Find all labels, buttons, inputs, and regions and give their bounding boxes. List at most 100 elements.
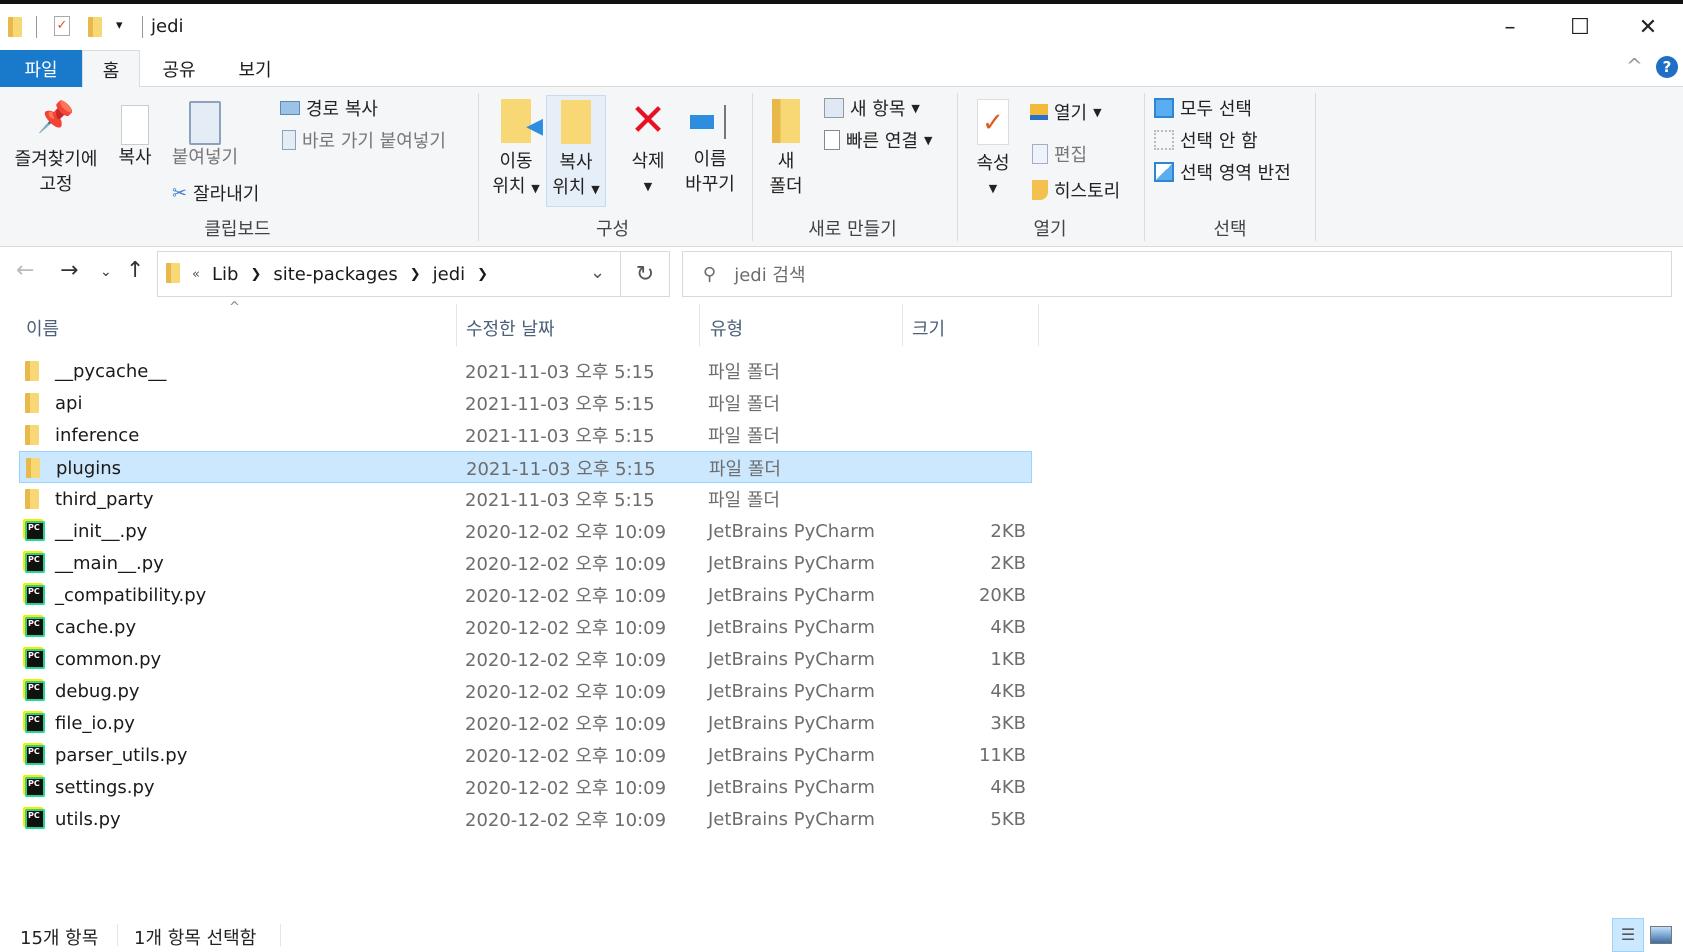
file-row[interactable]: PC debug.py 2020-12-02 오후 10:09 JetBrain… — [19, 675, 1032, 707]
file-name[interactable]: _compatibility.py — [55, 579, 206, 611]
file-name[interactable]: cache.py — [55, 611, 136, 643]
paste-shortcut-button[interactable]: 바로 가기 붙여넣기 — [282, 127, 446, 153]
search-input[interactable]: jedi 검색 — [734, 261, 805, 287]
column-divider[interactable] — [902, 304, 903, 346]
address-bar[interactable]: « Lib ❯ site-packages ❯ jedi ❯ ⌄ — [157, 251, 670, 297]
breadcrumb-site-packages[interactable]: site-packages — [273, 264, 397, 285]
copy-to-button[interactable]: 복사 위치 ▼ — [546, 95, 606, 207]
file-row[interactable]: PC cache.py 2020-12-02 오후 10:09 JetBrain… — [19, 611, 1032, 643]
search-box[interactable]: ⚲ jedi 검색 — [682, 251, 1672, 297]
column-header-name[interactable]: 이름 — [26, 310, 59, 346]
file-name[interactable]: inference — [55, 419, 139, 451]
file-name[interactable]: __main__.py — [55, 547, 164, 579]
tab-view[interactable]: 보기 — [226, 50, 284, 87]
back-arrow-icon[interactable]: ← — [16, 258, 34, 283]
breadcrumb-chevron-icon[interactable]: ❯ — [410, 267, 421, 282]
new-folder-qat-icon[interactable] — [88, 17, 102, 37]
forward-arrow-icon[interactable]: → — [60, 258, 78, 283]
file-name[interactable]: file_io.py — [55, 707, 135, 739]
file-name[interactable]: parser_utils.py — [55, 739, 187, 771]
maximize-button[interactable]: ☐ — [1545, 4, 1615, 50]
breadcrumb-lib[interactable]: Lib — [212, 264, 238, 285]
file-row[interactable]: __pycache__ 2021-11-03 오후 5:15 파일 폴더 — [19, 355, 1032, 387]
breadcrumb-jedi[interactable]: jedi — [433, 264, 466, 285]
file-row[interactable]: api 2021-11-03 오후 5:15 파일 폴더 — [19, 387, 1032, 419]
refresh-button[interactable]: ↻ — [620, 251, 670, 297]
easy-access-icon — [824, 130, 840, 150]
file-row[interactable]: PC parser_utils.py 2020-12-02 오후 10:09 J… — [19, 739, 1032, 771]
file-name[interactable]: plugins — [56, 452, 121, 484]
file-name[interactable]: __pycache__ — [55, 355, 166, 387]
up-arrow-icon[interactable]: ↑ — [126, 258, 144, 283]
close-button[interactable]: ✕ — [1613, 4, 1683, 50]
column-header-date[interactable]: 수정한 날짜 — [466, 310, 555, 346]
file-date: 2021-11-03 오후 5:15 — [465, 490, 655, 511]
easy-access-button[interactable]: 빠른 연결 ▼ — [824, 127, 932, 153]
large-icons-view-button[interactable] — [1650, 926, 1672, 944]
file-name[interactable]: __init__.py — [55, 515, 147, 547]
tab-home[interactable]: 홈 — [82, 50, 140, 88]
history-button[interactable]: 히스토리 — [1032, 177, 1120, 203]
details-view-button[interactable]: ☰ — [1612, 918, 1644, 952]
file-row[interactable]: PC common.py 2020-12-02 오후 10:09 JetBrai… — [19, 643, 1032, 675]
properties-qat-icon[interactable]: ✓ — [54, 16, 70, 36]
file-row[interactable]: plugins 2021-11-03 오후 5:15 파일 폴더 — [19, 451, 1032, 483]
file-name[interactable]: settings.py — [55, 771, 155, 803]
pycharm-file-icon: PC — [25, 681, 45, 701]
file-name[interactable]: common.py — [55, 643, 161, 675]
paste-button[interactable]: 붙여넣기 — [165, 101, 245, 170]
copy-path-button[interactable]: 경로 복사 — [280, 95, 378, 121]
file-name[interactable]: api — [55, 387, 82, 419]
column-divider[interactable] — [1038, 304, 1039, 346]
cut-button[interactable]: ✂ 잘라내기 — [172, 180, 259, 206]
divider — [280, 924, 281, 946]
file-date: 2020-12-02 오후 10:09 — [465, 586, 667, 607]
tab-share[interactable]: 공유 — [150, 50, 208, 87]
sort-ascending-icon: ^ — [229, 300, 240, 315]
file-date: 2021-11-03 오후 5:15 — [465, 426, 655, 447]
new-item-button[interactable]: 새 항목 ▼ — [824, 95, 920, 121]
breadcrumb-chevron-icon[interactable]: ❯ — [477, 267, 488, 282]
breadcrumb-chevron-icon[interactable]: ❯ — [250, 267, 261, 282]
file-row[interactable]: PC __init__.py 2020-12-02 오후 10:09 JetBr… — [19, 515, 1032, 547]
collapse-ribbon-icon[interactable]: ^ — [1626, 54, 1643, 78]
column-divider[interactable] — [456, 304, 457, 346]
file-row[interactable]: PC __main__.py 2020-12-02 오후 10:09 JetBr… — [19, 547, 1032, 579]
column-header-type[interactable]: 유형 — [710, 310, 743, 346]
rename-button[interactable]: 이름 바꾸기 — [680, 99, 740, 197]
delete-button[interactable]: ✕ 삭제 ▼ — [622, 97, 674, 199]
file-row[interactable]: inference 2021-11-03 오후 5:15 파일 폴더 — [19, 419, 1032, 451]
select-all-button[interactable]: 모두 선택 — [1154, 95, 1252, 121]
file-row[interactable]: third_party 2021-11-03 오후 5:15 파일 폴더 — [19, 483, 1032, 515]
file-name[interactable]: utils.py — [55, 803, 121, 835]
tab-file[interactable]: 파일 — [0, 50, 82, 87]
pycharm-file-icon: PC — [25, 777, 45, 797]
open-button[interactable]: 열기 ▼ — [1030, 99, 1102, 125]
customize-qat-icon[interactable]: ▾ — [116, 18, 123, 33]
file-row[interactable]: PC file_io.py 2020-12-02 오후 10:09 JetBra… — [19, 707, 1032, 739]
properties-button[interactable]: ✓ 속성 ▼ — [968, 99, 1018, 201]
file-row[interactable]: PC settings.py 2020-12-02 오후 10:09 JetBr… — [19, 771, 1032, 803]
file-icon-cell: PC — [25, 515, 45, 547]
column-header-size[interactable]: 크기 — [912, 310, 945, 346]
file-name[interactable]: third_party — [55, 483, 154, 515]
copy-button[interactable]: 복사 — [110, 105, 160, 170]
invert-selection-button[interactable]: 선택 영역 반전 — [1154, 159, 1291, 185]
move-to-button[interactable]: ◀ 이동 위치 ▼ — [490, 99, 543, 201]
help-icon[interactable]: ? — [1656, 56, 1678, 78]
address-dropdown-chevron-icon[interactable]: ⌄ — [590, 262, 605, 283]
select-none-button[interactable]: 선택 안 함 — [1154, 127, 1258, 153]
edit-button[interactable]: 편집 — [1032, 141, 1087, 167]
pin-to-quick-access-button[interactable]: 📌 즐겨찾기에 고정 — [6, 103, 106, 197]
minimize-button[interactable]: – — [1475, 4, 1545, 50]
new-folder-button[interactable]: 새 폴더 — [764, 99, 808, 199]
recent-locations-chevron-icon[interactable]: ⌄ — [100, 264, 112, 280]
file-row[interactable]: PC utils.py 2020-12-02 오후 10:09 JetBrain… — [19, 803, 1032, 835]
file-icon-cell: PC — [25, 547, 45, 579]
overflow-chevron[interactable]: « — [192, 267, 200, 282]
file-row[interactable]: PC _compatibility.py 2020-12-02 오후 10:09… — [19, 579, 1032, 611]
file-name[interactable]: debug.py — [55, 675, 140, 707]
new-folder-label: 새 — [777, 151, 795, 172]
column-divider[interactable] — [699, 304, 700, 346]
file-date: 2020-12-02 오후 10:09 — [465, 682, 667, 703]
